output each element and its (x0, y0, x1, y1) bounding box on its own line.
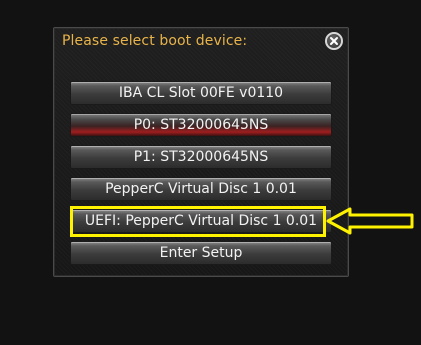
boot-option-p1-disk[interactable]: P1: ST32000645NS (70, 145, 332, 169)
enter-setup-button[interactable]: Enter Setup (70, 241, 332, 265)
screen: Please select boot device: IBA CL Slot 0… (0, 0, 421, 345)
boot-menu-dialog: Please select boot device: IBA CL Slot 0… (53, 27, 349, 277)
annotation-highlight-box (70, 206, 326, 237)
close-button[interactable] (325, 32, 343, 50)
boot-option-virtual-disc[interactable]: PepperC Virtual Disc 1 0.01 (70, 177, 332, 201)
dialog-title: Please select boot device: (62, 33, 248, 49)
boot-option-p0-disk[interactable]: P0: ST32000645NS (70, 113, 332, 137)
annotation-arrow-icon (326, 207, 414, 235)
close-icon (330, 37, 338, 45)
boot-option-iba-cl-slot[interactable]: IBA CL Slot 00FE v0110 (70, 81, 332, 105)
